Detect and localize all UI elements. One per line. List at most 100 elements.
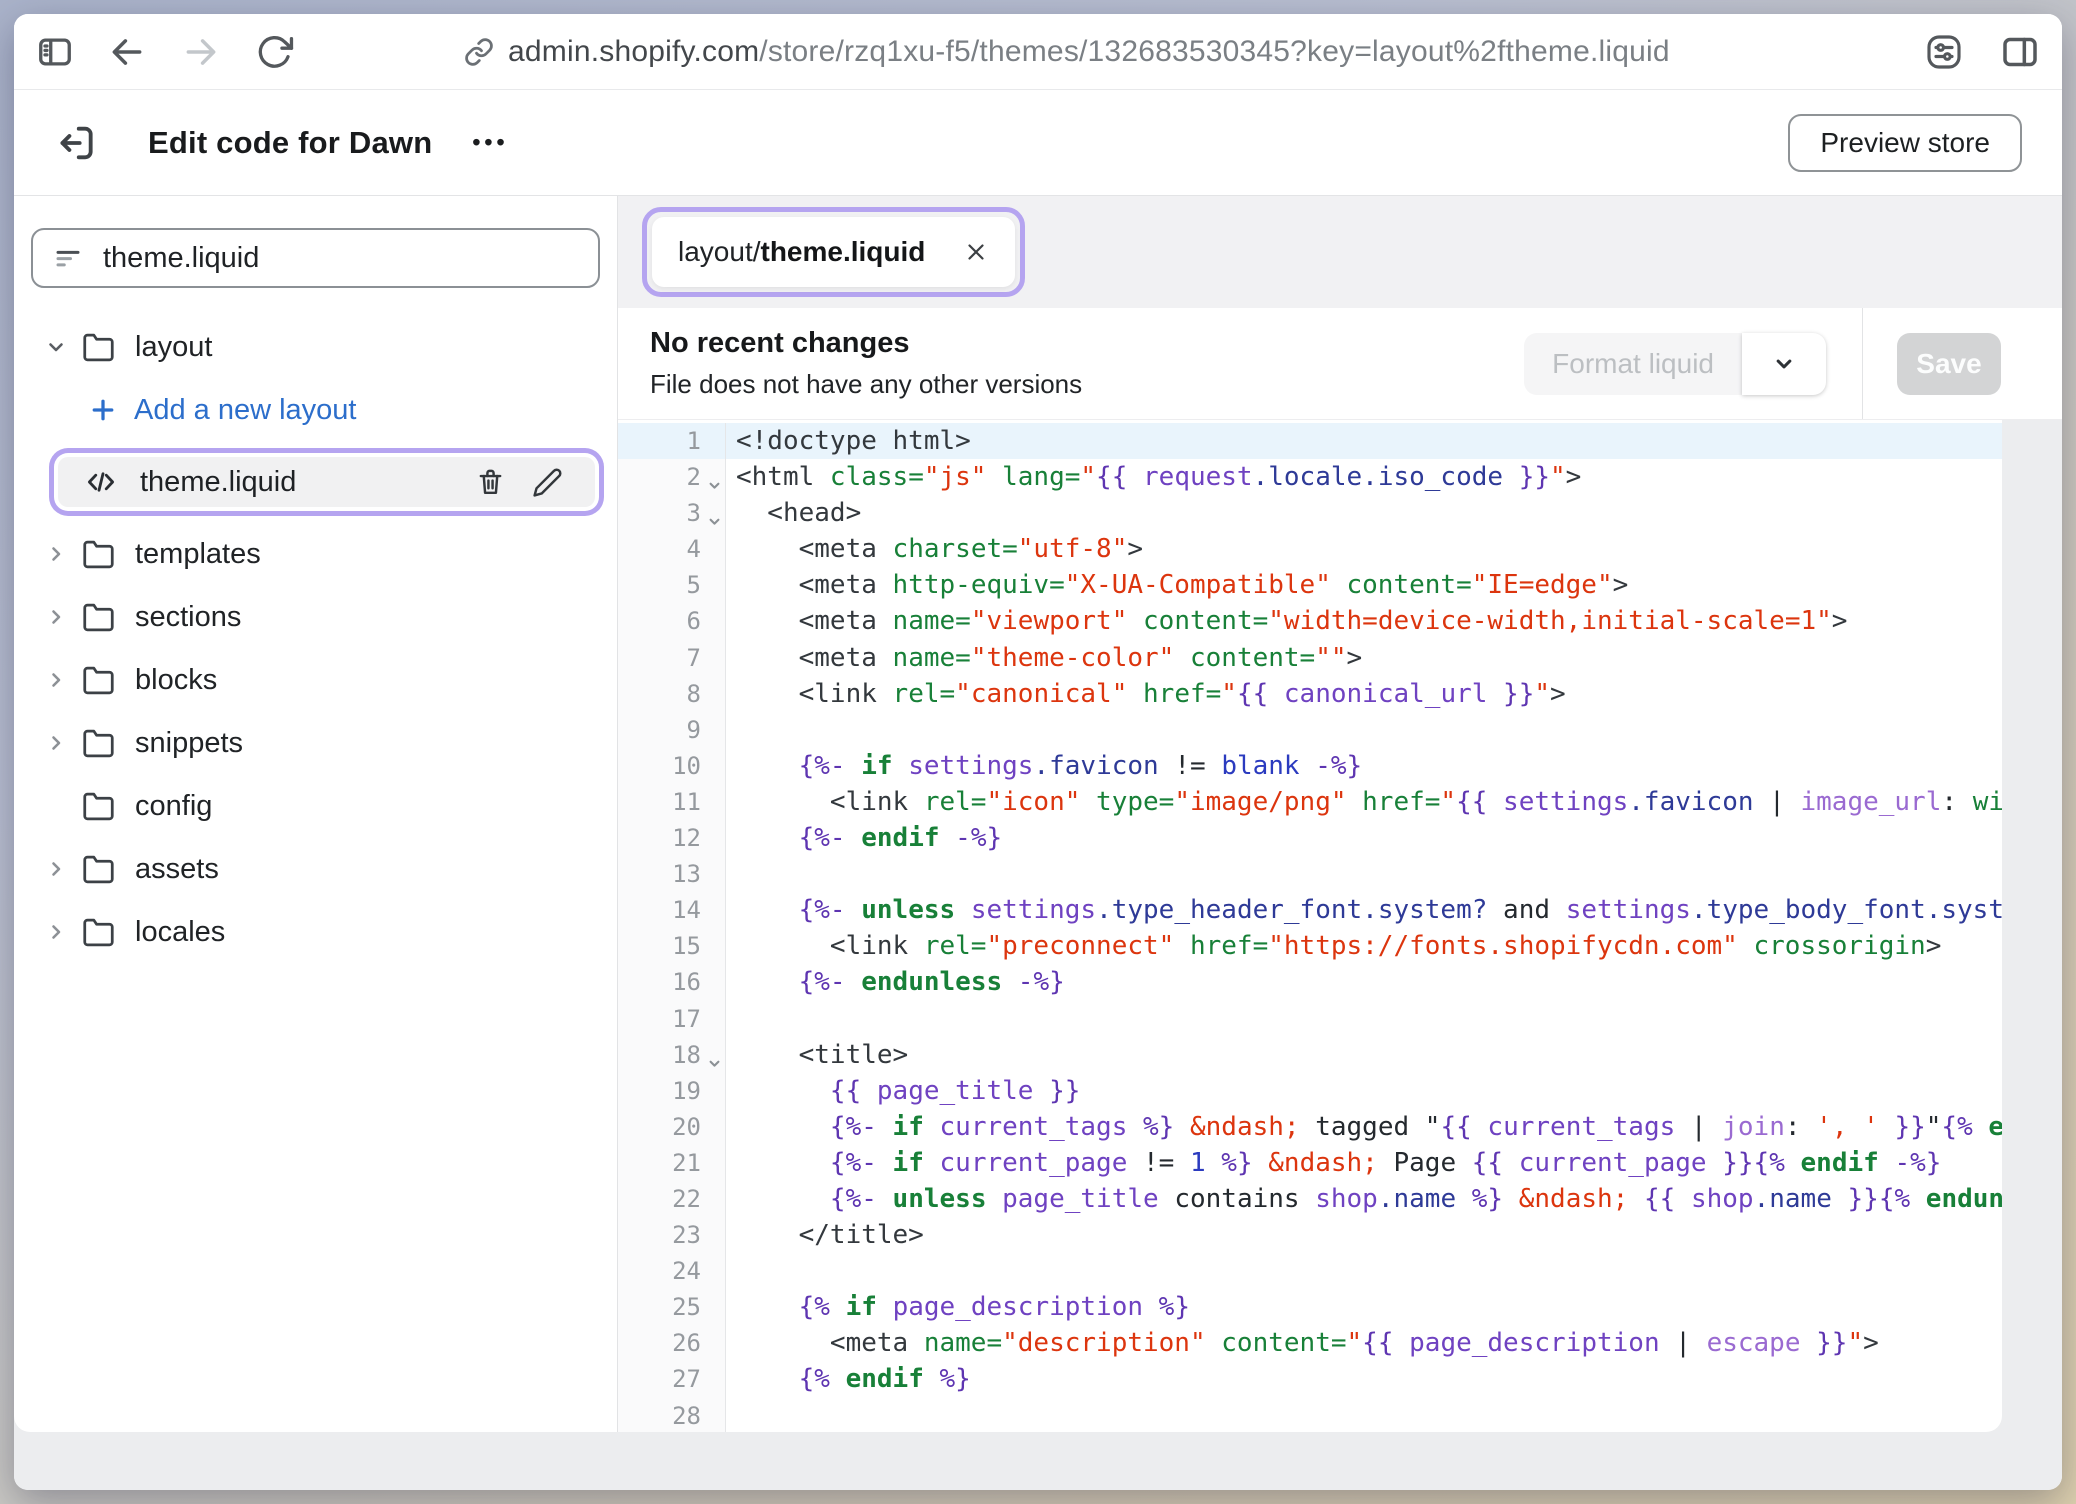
chevron-down-icon[interactable] [44,334,68,360]
browser-settings-icon[interactable] [1924,32,1964,72]
format-dropdown-button[interactable] [1742,333,1826,395]
save-button[interactable]: Save [1897,333,2001,395]
code-line[interactable]: 12 {%- endif -%} [618,820,2002,856]
code-line[interactable]: 5 <meta http-equiv="X-UA-Compatible" con… [618,567,2002,603]
more-actions-button[interactable]: ••• [472,129,508,156]
browser-window: admin.shopify.com/store/rzq1xu-f5/themes… [14,14,2062,1490]
code-line[interactable]: 26 <meta name="description" content="{{ … [618,1325,2002,1361]
code-line[interactable]: 2 <html class="js" lang="{{ request.loca… [618,459,2002,495]
code-line[interactable]: 10 {%- if settings.favicon != blank -%} [618,748,2002,784]
code-line[interactable]: 4 <meta charset="utf-8"> [618,531,2002,567]
chevron-right-icon[interactable] [44,856,68,882]
code-line[interactable]: 25 {% if page_description %} [618,1289,2002,1325]
sidebar-file-theme.liquid[interactable]: theme.liquid [58,457,595,507]
code-line-text[interactable]: {%- endif -%} [726,820,2002,856]
code-line-text[interactable] [726,856,2002,892]
code-line[interactable]: 28 [618,1398,2002,1432]
code-line[interactable]: 3 <head> [618,495,2002,531]
sidebar-folder-snippets[interactable]: snippets [14,718,617,768]
sidebar-folder-blocks[interactable]: blocks [14,655,617,705]
code-line[interactable]: 27 {% endif %} [618,1361,2002,1397]
sidebar-add-layout-link[interactable]: Add a new layout [14,385,617,435]
code-line[interactable]: 19 {{ page_title }} [618,1073,2002,1109]
code-line-text[interactable]: {% if page_description %} [726,1289,2002,1325]
file-search-input[interactable] [103,242,578,275]
file-search-box[interactable] [31,228,600,288]
code-line-text[interactable]: <meta charset="utf-8"> [726,531,2002,567]
code-line-text[interactable]: </title> [726,1217,2002,1253]
reload-icon[interactable] [256,33,294,71]
sidebar-folder-locales[interactable]: locales [14,907,617,957]
code-file-icon [84,465,118,499]
back-icon[interactable] [108,33,146,71]
code-line-text[interactable]: {{ page_title }} [726,1073,2002,1109]
code-line[interactable]: 20 {%- if current_tags %} &ndash; tagged… [618,1109,2002,1145]
sidebar-folder-sections[interactable]: sections [14,592,617,642]
tab-layout-theme-liquid[interactable]: layout/theme.liquid [652,217,1015,287]
delete-file-icon[interactable] [475,467,506,498]
code-line-text[interactable]: {%- unless settings.type_header_font.sys… [726,892,2002,928]
code-line[interactable]: 22 {%- unless page_title contains shop.n… [618,1181,2002,1217]
code-line-text[interactable] [726,712,2002,748]
code-line-text[interactable] [726,1398,2002,1432]
code-line-text[interactable]: <html class="js" lang="{{ request.locale… [726,459,2002,495]
desktop-background: admin.shopify.com/store/rzq1xu-f5/themes… [0,0,2076,1504]
active-tab-focus-ring: layout/theme.liquid [642,207,1025,297]
close-tab-icon[interactable] [963,239,989,265]
code-line[interactable]: 11 <link rel="icon" type="image/png" hre… [618,784,2002,820]
split-view-icon[interactable] [2000,32,2040,72]
code-line[interactable]: 24 [618,1253,2002,1289]
code-line[interactable]: 23 </title> [618,1217,2002,1253]
code-line-text[interactable]: <meta http-equiv="X-UA-Compatible" conte… [726,567,2002,603]
code-line-text[interactable] [726,1001,2002,1037]
code-line-text[interactable] [726,1253,2002,1289]
chevron-right-icon[interactable] [44,541,68,567]
sidebar-folder-templates[interactable]: templates [14,529,617,579]
code-line-text[interactable]: <link rel="canonical" href="{{ canonical… [726,676,2002,712]
code-line[interactable]: 21 {%- if current_page != 1 %} &ndash; P… [618,1145,2002,1181]
code-line[interactable]: 1 <!doctype html> [618,423,2002,459]
code-line-text[interactable]: {%- if settings.favicon != blank -%} [726,748,2002,784]
code-line-text[interactable]: <meta name="viewport" content="width=dev… [726,603,2002,639]
chevron-right-icon[interactable] [44,919,68,945]
status-subtitle: File does not have any other versions [650,369,1082,400]
code-line-text[interactable]: {%- if current_page != 1 %} &ndash; Page… [726,1145,2002,1181]
format-liquid-button[interactable]: Format liquid [1524,333,1742,395]
code-line-text[interactable]: <link rel="icon" type="image/png" href="… [726,784,2002,820]
code-line-text[interactable]: <meta name="theme-color" content=""> [726,640,2002,676]
chevron-right-icon[interactable] [44,604,68,630]
code-line[interactable]: 14 {%- unless settings.type_header_font.… [618,892,2002,928]
code-line-text[interactable]: <link rel="preconnect" href="https://fon… [726,928,2002,964]
code-line[interactable]: 7 <meta name="theme-color" content=""> [618,640,2002,676]
code-line[interactable]: 15 <link rel="preconnect" href="https://… [618,928,2002,964]
sidebar-folder-config[interactable]: config [14,781,617,831]
code-line-text[interactable]: <title> [726,1037,2002,1073]
chevron-right-icon[interactable] [44,667,68,693]
preview-store-button[interactable]: Preview store [1788,114,2022,172]
code-line-text[interactable]: {% endif %} [726,1361,2002,1397]
code-line-text[interactable]: <meta name="description" content="{{ pag… [726,1325,2002,1361]
code-line-text[interactable]: <!doctype html> [726,423,2002,459]
code-line[interactable]: 13 [618,856,2002,892]
code-line-text[interactable]: {%- if current_tags %} &ndash; tagged "{… [726,1109,2002,1145]
code-line-text[interactable]: <head> [726,495,2002,531]
sidebar-folder-assets[interactable]: assets [14,844,617,894]
sidebar-item-label: assets [135,853,219,886]
exit-editor-icon[interactable] [54,121,98,165]
file-tree: layout Add a new layout theme.liquid tem… [14,322,617,957]
code-line[interactable]: 8 <link rel="canonical" href="{{ canonic… [618,676,2002,712]
sidebar-folder-layout[interactable]: layout [14,322,617,372]
address-bar[interactable]: admin.shopify.com/store/rzq1xu-f5/themes… [464,35,1670,69]
code-line-text[interactable]: {%- endunless -%} [726,964,2002,1000]
chevron-right-icon[interactable] [44,730,68,756]
editor-scrollbar-gutter[interactable] [2032,420,2062,1432]
code-line[interactable]: 17 [618,1001,2002,1037]
code-line-text[interactable]: {%- unless page_title contains shop.name… [726,1181,2002,1217]
sidebar-toggle-icon[interactable] [36,33,74,71]
rename-file-icon[interactable] [532,467,563,498]
code-line[interactable]: 16 {%- endunless -%} [618,964,2002,1000]
code-line[interactable]: 9 [618,712,2002,748]
code-line[interactable]: 18 <title> [618,1037,2002,1073]
code-pane[interactable]: 1 <!doctype html> 2 <html class="js" lan… [618,420,2002,1432]
code-line[interactable]: 6 <meta name="viewport" content="width=d… [618,603,2002,639]
